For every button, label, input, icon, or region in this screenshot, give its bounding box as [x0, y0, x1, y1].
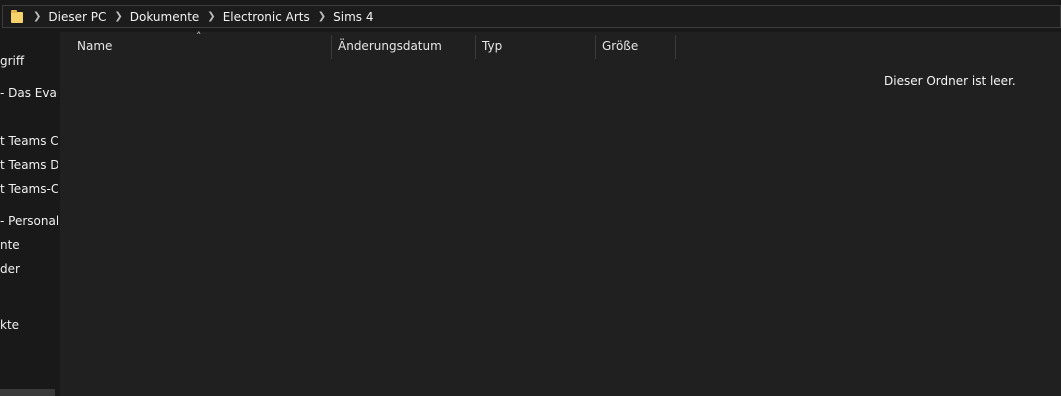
column-header-type[interactable]: Typ	[482, 39, 502, 53]
sidebar-item-das-evang[interactable]: - Das Evang	[0, 86, 58, 100]
navigation-pane: griff - Das Evang t Teams Ch t Teams Da …	[0, 32, 58, 396]
sidebar-item-dokumente[interactable]: nte	[0, 238, 20, 252]
sidebar-item-personal[interactable]: - Personal	[0, 214, 58, 228]
chevron-right-icon[interactable]: ❯	[33, 11, 41, 22]
file-list: ˄ Name Änderungsdatum Typ Größe Dieser O…	[60, 30, 1061, 396]
sidebar-item-bilder[interactable]: der	[0, 262, 20, 276]
column-divider[interactable]	[475, 35, 476, 59]
sort-ascending-icon: ˄	[196, 30, 202, 43]
address-box[interactable]: ❯ Dieser PC ❯ Dokumente ❯ Electronic Art…	[2, 5, 1061, 28]
sidebar-item-teams-ch[interactable]: t Teams Ch	[0, 134, 58, 148]
empty-folder-message: Dieser Ordner ist leer.	[884, 74, 1016, 88]
chevron-right-icon[interactable]: ❯	[114, 11, 122, 22]
sidebar-scrollbar[interactable]	[0, 389, 55, 396]
column-divider[interactable]	[331, 35, 332, 59]
column-header-modified[interactable]: Änderungsdatum	[338, 39, 442, 53]
breadcrumb-sims-4[interactable]: Sims 4	[333, 10, 373, 24]
column-divider[interactable]	[595, 35, 596, 59]
sidebar-item-teams-da[interactable]: t Teams Da	[0, 158, 58, 172]
folder-icon	[11, 9, 25, 24]
column-divider[interactable]	[675, 35, 676, 59]
column-header-size[interactable]: Größe	[602, 39, 638, 53]
breadcrumb-dokumente[interactable]: Dokumente	[130, 10, 200, 24]
sidebar-item-objekte[interactable]: kte	[0, 318, 19, 332]
breadcrumb-electronic-arts[interactable]: Electronic Arts	[223, 10, 310, 24]
breadcrumb-dieser-pc[interactable]: Dieser PC	[48, 10, 106, 24]
column-header-name[interactable]: Name	[77, 39, 112, 53]
sidebar-item-teams-cl[interactable]: t Teams-Cl	[0, 182, 58, 196]
chevron-right-icon[interactable]: ❯	[318, 11, 326, 22]
sidebar-item-schnellzugriff[interactable]: griff	[0, 54, 24, 68]
chevron-right-icon[interactable]: ❯	[207, 11, 215, 22]
address-bar: ❯ Dieser PC ❯ Dokumente ❯ Electronic Art…	[0, 0, 1061, 32]
